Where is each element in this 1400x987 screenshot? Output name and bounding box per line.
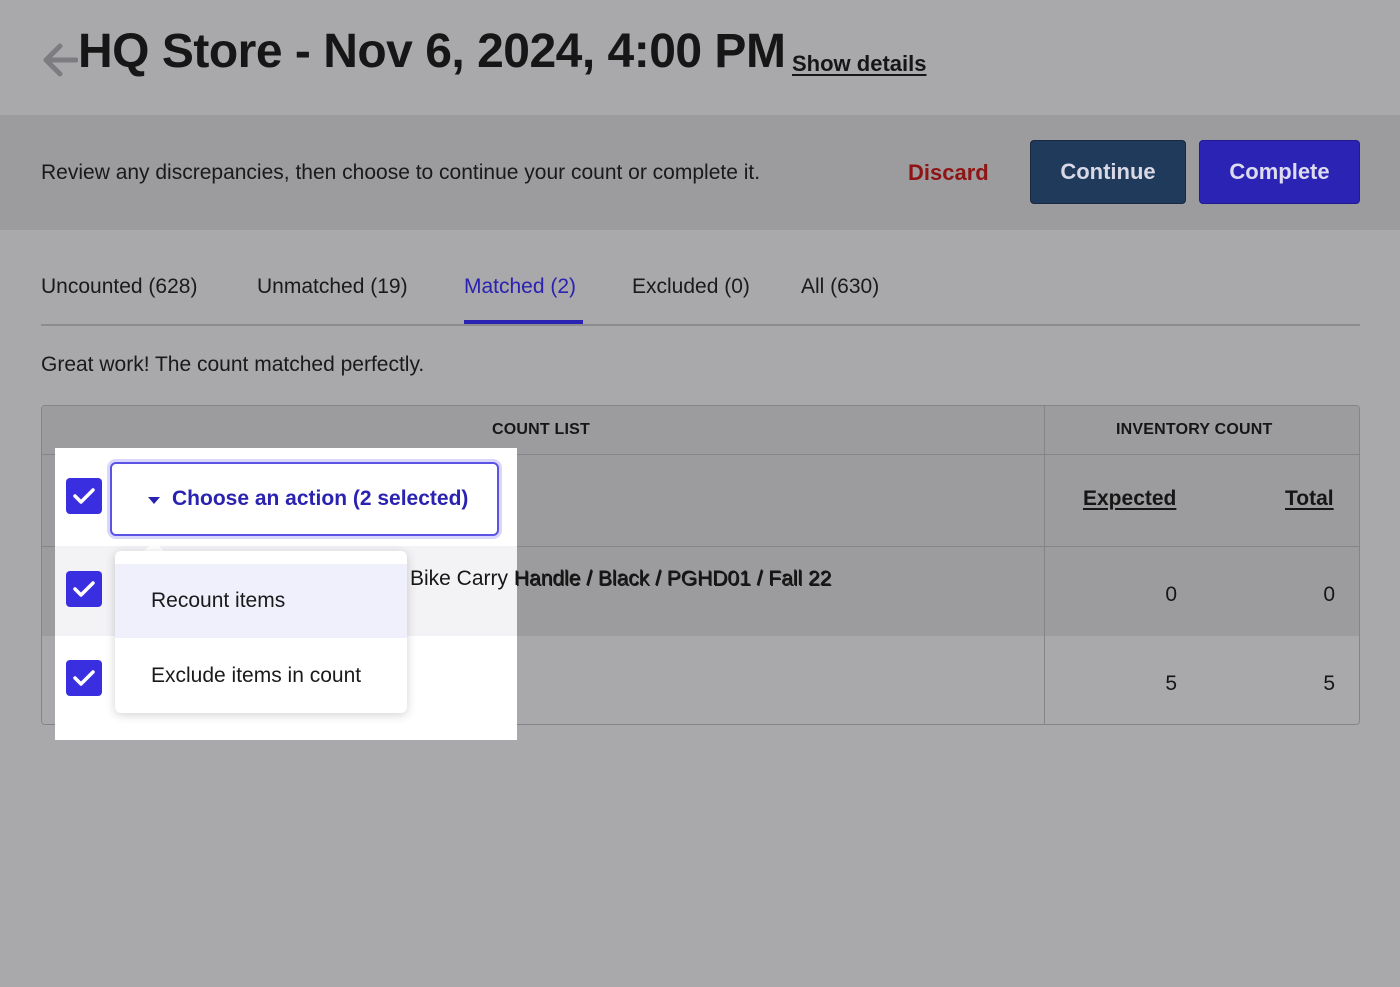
inventory-count-header: INVENTORY COUNT — [1116, 421, 1273, 438]
column-divider — [1044, 406, 1045, 724]
select-all-checkbox[interactable] — [66, 478, 102, 514]
total-value: 0 — [1323, 583, 1335, 606]
action-menu: Recount items Exclude items in count — [115, 551, 407, 713]
expected-value: 0 — [1165, 583, 1177, 606]
complete-button[interactable]: Complete — [1199, 140, 1360, 204]
checkmark-icon — [73, 670, 95, 686]
checkmark-icon — [73, 488, 95, 504]
tab-uncounted[interactable]: Uncounted (628) — [41, 275, 197, 299]
row-checkbox[interactable] — [66, 660, 102, 696]
checkmark-icon — [73, 581, 95, 597]
expected-column-sort[interactable]: Expected — [1083, 487, 1176, 511]
bulk-action-dropdown[interactable]: Choose an action (2 selected) — [110, 462, 499, 536]
show-details-link[interactable]: Show details — [792, 51, 926, 77]
tab-unmatched[interactable]: Unmatched (19) — [257, 275, 408, 299]
total-value: 5 — [1323, 672, 1335, 695]
page-title: HQ Store - Nov 6, 2024, 4:00 PM — [78, 25, 786, 78]
review-instructions: Review any discrepancies, then choose to… — [41, 161, 761, 184]
total-column-sort[interactable]: Total — [1285, 487, 1334, 511]
item-name-highlighted: Bike Carry Handle / Black / PGHD01 / Fal… — [410, 567, 832, 590]
active-tab-indicator — [464, 320, 583, 324]
count-tabs: Uncounted (628) Unmatched (19) Matched (… — [41, 262, 1360, 326]
tab-excluded[interactable]: Excluded (0) — [632, 275, 750, 299]
continue-button[interactable]: Continue — [1030, 140, 1186, 204]
back-arrow-icon[interactable] — [40, 40, 78, 80]
page-header: HQ Store - Nov 6, 2024, 4:00 PM Show det… — [0, 0, 1400, 115]
matched-message: Great work! The count matched perfectly. — [41, 353, 425, 376]
bulk-action-label: Choose an action (2 selected) — [172, 487, 469, 510]
row-checkbox[interactable] — [66, 571, 102, 607]
expected-value: 5 — [1165, 672, 1177, 695]
count-list-header: COUNT LIST — [492, 421, 590, 438]
tab-all[interactable]: All (630) — [801, 275, 879, 299]
menu-item-recount[interactable]: Recount items — [115, 564, 407, 638]
discard-button[interactable]: Discard — [908, 160, 989, 186]
caret-down-icon — [148, 497, 160, 504]
menu-item-exclude[interactable]: Exclude items in count — [115, 639, 407, 713]
review-bar: Review any discrepancies, then choose to… — [0, 115, 1400, 230]
tab-matched[interactable]: Matched (2) — [464, 275, 576, 299]
